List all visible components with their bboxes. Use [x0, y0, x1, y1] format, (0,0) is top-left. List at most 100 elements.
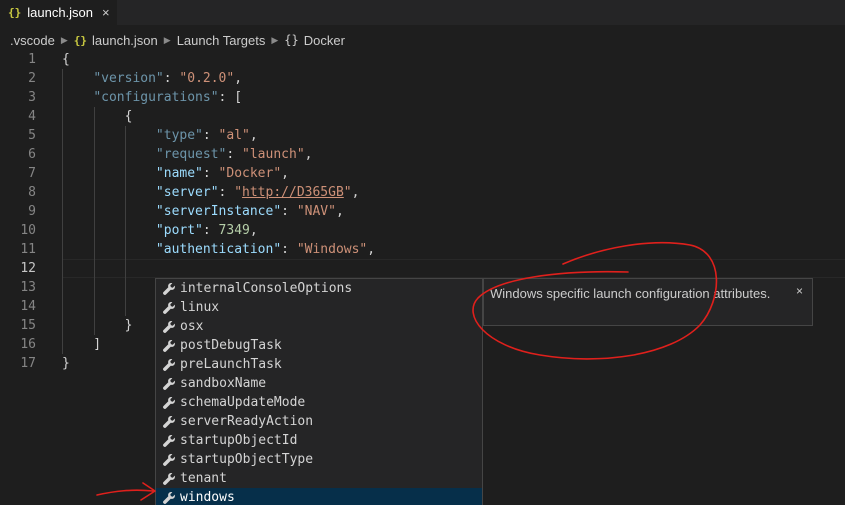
code-token: : [202, 128, 219, 143]
suggestion-item-serverReadyAction[interactable]: serverReadyAction [156, 412, 482, 431]
code-token: "authentication" [155, 242, 282, 257]
code-token: , [304, 147, 313, 162]
code-token: "launch" [242, 147, 305, 162]
code-line[interactable]: 5 "type": "al", [0, 126, 845, 145]
suggestion-label: schemaUpdateMode [180, 395, 306, 410]
line-code: } [62, 316, 133, 335]
wrench-icon [162, 282, 176, 296]
code-token: } [62, 318, 133, 333]
breadcrumb-item[interactable]: Docker [304, 33, 345, 48]
code-token: : [202, 166, 219, 181]
breadcrumb-section[interactable]: Launch Targets [177, 33, 266, 48]
suggest-details: Windows specific launch configuration at… [483, 278, 813, 326]
code-token: } [62, 356, 70, 371]
chevron-right-icon: ▶ [163, 34, 171, 45]
suggestion-item-schemaUpdateMode[interactable]: schemaUpdateMode [156, 393, 482, 412]
code-line[interactable]: 1{ [0, 50, 845, 69]
code-token: "Windows" [296, 242, 368, 257]
suggestion-item-linux[interactable]: linux [156, 298, 482, 317]
code-line[interactable]: 4 { [0, 107, 845, 126]
line-number: 16 [20, 337, 36, 352]
code-line[interactable]: 11 "authentication": "Windows", [0, 240, 845, 259]
code-token: : [ [218, 90, 243, 105]
details-text: Windows specific launch configuration at… [490, 286, 771, 301]
code-token: : [218, 185, 235, 200]
code-token: " [234, 185, 243, 200]
line-number: 10 [20, 223, 36, 238]
suggestion-label: windows [180, 490, 235, 505]
line-number: 7 [28, 166, 36, 181]
code-token: "port" [155, 223, 203, 238]
line-number: 3 [28, 90, 36, 105]
suggestion-label: internalConsoleOptions [180, 281, 353, 296]
code-token: { [62, 52, 70, 67]
code-token: 7349 [218, 223, 250, 238]
line-number: 12 [20, 261, 36, 276]
code-token: "Docker" [218, 166, 282, 181]
object-icon: {} [284, 33, 299, 47]
code-line[interactable]: 6 "request": "launch", [0, 145, 845, 164]
suggestion-label: startupObjectId [180, 433, 298, 448]
line-number: 5 [28, 128, 36, 143]
json-file-icon: {} [8, 6, 22, 19]
wrench-icon [162, 434, 176, 448]
breadcrumb-file[interactable]: launch.json [92, 33, 158, 48]
line-code: "type": "al", [62, 126, 258, 145]
wrench-icon [162, 301, 176, 315]
close-icon[interactable]: × [796, 282, 803, 300]
suggestion-item-startupObjectType[interactable]: startupObjectType [156, 450, 482, 469]
close-icon[interactable]: × [102, 5, 110, 20]
suggestion-item-internalConsoleOptions[interactable]: internalConsoleOptions [156, 279, 482, 298]
suggestion-label: preLaunchTask [180, 357, 282, 372]
code-line[interactable]: 2 "version": "0.2.0", [0, 69, 845, 88]
code-token: { [62, 109, 133, 124]
breadcrumb-folder[interactable]: .vscode [10, 33, 55, 48]
code-token: : [202, 223, 219, 238]
tab-launch-json[interactable]: {} launch.json × [0, 0, 117, 25]
suggestion-item-preLaunchTask[interactable]: preLaunchTask [156, 355, 482, 374]
code-line[interactable]: 10 "port": 7349, [0, 221, 845, 240]
wrench-icon [162, 320, 176, 334]
line-code: "name": "Docker", [62, 164, 289, 183]
code-token: : [281, 204, 297, 219]
code-line[interactable]: 12 [0, 259, 845, 278]
line-number: 11 [20, 242, 36, 257]
line-code: "request": "launch", [62, 145, 313, 164]
code-token: , [249, 128, 258, 143]
chevron-right-icon: ▶ [271, 34, 279, 45]
suggestion-label: serverReadyAction [180, 414, 314, 429]
code-line[interactable]: 9 "serverInstance": "NAV", [0, 202, 845, 221]
code-token: : [281, 242, 297, 257]
line-number: 6 [28, 147, 36, 162]
suggestion-item-sandboxName[interactable]: sandboxName [156, 374, 482, 393]
suggestion-item-postDebugTask[interactable]: postDebugTask [156, 336, 482, 355]
wrench-icon [162, 453, 176, 467]
suggestion-item-tenant[interactable]: tenant [156, 469, 482, 488]
line-code: ] [62, 335, 101, 354]
line-code: "port": 7349, [62, 221, 258, 240]
code-line[interactable]: 8 "server": "http://D365GB", [0, 183, 845, 202]
code-token: , [281, 166, 289, 181]
line-number: 14 [20, 299, 36, 314]
line-number: 4 [28, 109, 36, 124]
line-code: "configurations": [ [62, 88, 242, 107]
code-line[interactable]: 7 "name": "Docker", [0, 164, 845, 183]
suggestion-item-windows[interactable]: windows [156, 488, 482, 505]
code-token: , [351, 185, 360, 200]
code-line[interactable]: 3 "configurations": [ [0, 88, 845, 107]
wrench-icon [162, 415, 176, 429]
suggestion-label: osx [180, 319, 204, 334]
line-number: 15 [20, 318, 36, 333]
tab-strip: {} launch.json × [0, 0, 845, 25]
line-number: 9 [28, 204, 36, 219]
suggestion-item-osx[interactable]: osx [156, 317, 482, 336]
code-token: "configurations" [93, 90, 219, 105]
code-token: "al" [218, 128, 250, 143]
suggestion-item-startupObjectId[interactable]: startupObjectId [156, 431, 482, 450]
code-token: , [335, 204, 344, 219]
